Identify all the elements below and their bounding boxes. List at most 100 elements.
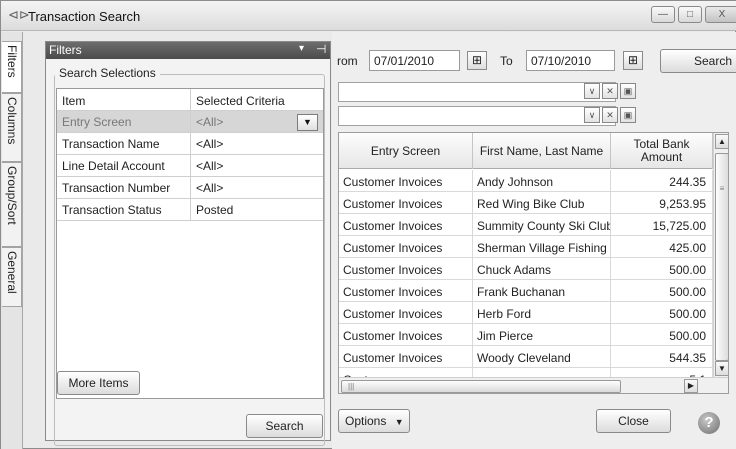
maximize-button[interactable]: □ bbox=[678, 6, 702, 23]
tab-group-sort[interactable]: Group/Sort bbox=[2, 162, 22, 247]
chevron-down-icon[interactable]: ∨ bbox=[584, 107, 600, 123]
panel-menu-icon[interactable]: ▾ bbox=[299, 43, 304, 54]
grid-header: Entry Screen First Name, Last Name Total… bbox=[339, 133, 713, 169]
column-header-entry-screen[interactable]: Entry Screen bbox=[339, 133, 473, 169]
save-icon[interactable]: ▣ bbox=[620, 83, 636, 99]
criteria-header-item: Item bbox=[57, 89, 191, 110]
table-cell-name: Jim Pierce bbox=[473, 324, 611, 346]
close-button[interactable]: Close bbox=[596, 409, 671, 433]
transaction-search-window: ⊲⊳ Transaction Search — □ X Filters Colu… bbox=[0, 0, 736, 449]
filter-combo-1[interactable] bbox=[338, 82, 616, 102]
table-cell-name: Woody Cleveland bbox=[473, 346, 611, 368]
criteria-row[interactable]: Line Detail Account <All> bbox=[57, 155, 323, 177]
table-cell-amount: 544.35 bbox=[611, 346, 713, 368]
criteria-value[interactable]: Posted bbox=[191, 199, 323, 220]
table-row[interactable]: Customer Invoices Summity County Ski Club… bbox=[339, 214, 713, 236]
criteria-row[interactable]: Transaction Status Posted bbox=[57, 199, 323, 221]
tab-filters[interactable]: Filters bbox=[2, 41, 22, 93]
tab-group-sort-label: Group/Sort bbox=[5, 166, 19, 225]
criteria-item: Entry Screen bbox=[57, 111, 191, 132]
table-cell-entry: Customer Invoices bbox=[339, 258, 473, 280]
table-row[interactable]: Customer Invoices Andy Johnson 244.35 bbox=[339, 170, 713, 192]
calendar-icon[interactable]: ⊞ bbox=[623, 51, 643, 70]
criteria-item: Transaction Status bbox=[57, 199, 191, 220]
criteria-row[interactable]: Transaction Number <All> bbox=[57, 177, 323, 199]
table-cell-amount: 500.00 bbox=[611, 258, 713, 280]
criteria-header-row: Item Selected Criteria bbox=[57, 89, 323, 111]
pin-icon[interactable]: ⊣ bbox=[316, 42, 326, 56]
criteria-item: Line Detail Account bbox=[57, 155, 191, 176]
close-window-button[interactable]: X bbox=[705, 6, 736, 23]
table-row[interactable]: Customer Invoices Herb Ford 500.00 bbox=[339, 302, 713, 324]
app-icon: ⊲⊳ bbox=[8, 7, 30, 22]
table-cell-entry: Customer Invoices bbox=[339, 346, 473, 368]
results-area: rom 07/01/2010 ⊞ To 07/10/2010 ⊞ Search … bbox=[332, 32, 736, 449]
calendar-icon[interactable]: ⊞ bbox=[467, 51, 487, 70]
criteria-value[interactable]: <All> bbox=[191, 155, 323, 176]
from-date-input[interactable]: 07/01/2010 bbox=[369, 50, 460, 71]
table-cell-entry: Customer Invoices bbox=[339, 192, 473, 214]
clear-icon[interactable]: ✕ bbox=[602, 107, 618, 123]
filter-combo-2[interactable] bbox=[338, 106, 616, 126]
criteria-row[interactable]: Transaction Name <All> bbox=[57, 133, 323, 155]
table-cell-name: Herb Ford bbox=[473, 302, 611, 324]
filters-panel-title: Filters bbox=[49, 43, 82, 57]
clear-icon[interactable]: ✕ bbox=[602, 83, 618, 99]
scroll-thumb[interactable]: ≡ bbox=[715, 153, 728, 361]
minimize-button[interactable]: — bbox=[651, 6, 675, 23]
to-date-input[interactable]: 07/10/2010 bbox=[526, 50, 615, 71]
search-button[interactable]: Search bbox=[660, 49, 736, 73]
table-cell-name: Red Wing Bike Club bbox=[473, 192, 611, 214]
dropdown-arrow-icon: ▼ bbox=[394, 417, 404, 427]
table-cell-amount: 500.00 bbox=[611, 324, 713, 346]
table-cell-entry: Customer Invoices bbox=[339, 236, 473, 258]
options-button[interactable]: Options ▼ bbox=[338, 409, 410, 433]
table-cell-entry: Customer Invoices bbox=[339, 324, 473, 346]
table-cell-amount: 9,253.95 bbox=[611, 192, 713, 214]
tab-filters-label: Filters bbox=[5, 45, 19, 78]
tab-columns[interactable]: Columns bbox=[2, 93, 22, 162]
criteria-row[interactable]: Entry Screen <All> ▼ bbox=[57, 111, 323, 133]
results-grid: Entry Screen First Name, Last Name Total… bbox=[338, 132, 729, 394]
criteria-item: Transaction Name bbox=[57, 133, 191, 154]
filters-search-button[interactable]: Search bbox=[246, 414, 323, 438]
chevron-down-icon[interactable]: ∨ bbox=[584, 83, 600, 99]
tab-general-label: General bbox=[5, 251, 19, 294]
column-header-total-bank-amount[interactable]: Total Bank Amount bbox=[611, 133, 713, 169]
table-cell-entry: Customer Invoices bbox=[339, 302, 473, 324]
table-row[interactable]: Customer Invoices Sherman Village Fishing… bbox=[339, 236, 713, 258]
window-title: Transaction Search bbox=[28, 9, 141, 24]
more-items-button[interactable]: More Items bbox=[57, 371, 140, 395]
table-row[interactable]: Customer Invoices Frank Buchanan 500.00 bbox=[339, 280, 713, 302]
table-row[interactable]: Customer Invoices Woody Cleveland 544.35 bbox=[339, 346, 713, 368]
horizontal-scroll-thumb[interactable]: ||| bbox=[341, 380, 621, 393]
criteria-value[interactable]: <All> bbox=[191, 133, 323, 154]
scroll-right-arrow[interactable]: ▶ bbox=[684, 379, 698, 393]
vertical-scrollbar[interactable]: ▲ ≡ ▼ bbox=[713, 133, 728, 377]
scroll-down-arrow[interactable]: ▼ bbox=[715, 361, 728, 376]
tab-columns-label: Columns bbox=[5, 97, 19, 145]
save-icon[interactable]: ▣ bbox=[620, 107, 636, 123]
search-selections-label: Search Selections bbox=[55, 66, 160, 80]
to-label: To bbox=[500, 54, 513, 68]
scroll-up-arrow[interactable]: ▲ bbox=[715, 134, 728, 149]
help-icon[interactable]: ? bbox=[698, 412, 720, 434]
horizontal-scrollbar[interactable]: ||| ▶ bbox=[339, 377, 728, 393]
options-label: Options bbox=[345, 414, 387, 428]
tab-general[interactable]: General bbox=[2, 247, 22, 307]
criteria-value[interactable]: <All> bbox=[191, 177, 323, 198]
title-bar: ⊲⊳ Transaction Search — □ X bbox=[1, 1, 736, 31]
criteria-table: Item Selected Criteria Entry Screen <All>… bbox=[56, 88, 324, 399]
table-row[interactable]: Customer Invoices Jim Pierce 500.00 bbox=[339, 324, 713, 346]
table-cell-name: Chuck Adams bbox=[473, 258, 611, 280]
filters-panel-header: Filters ▾ ⊣ bbox=[46, 42, 330, 59]
table-cell-amount: 500.00 bbox=[611, 280, 713, 302]
column-header-name[interactable]: First Name, Last Name bbox=[473, 133, 611, 169]
table-row[interactable]: Customer Invoices Red Wing Bike Club 9,253… bbox=[339, 192, 713, 214]
table-cell-amount: 244.35 bbox=[611, 170, 713, 192]
side-tab-strip: Filters Columns Group/Sort General bbox=[1, 32, 23, 449]
table-cell-name: Frank Buchanan bbox=[473, 280, 611, 302]
table-row[interactable]: Customer Invoices Chuck Adams 500.00 bbox=[339, 258, 713, 280]
filters-panel: Filters ▾ ⊣ Search Selections Item Selec… bbox=[45, 41, 331, 446]
chevron-down-icon[interactable]: ▼ bbox=[297, 114, 318, 131]
